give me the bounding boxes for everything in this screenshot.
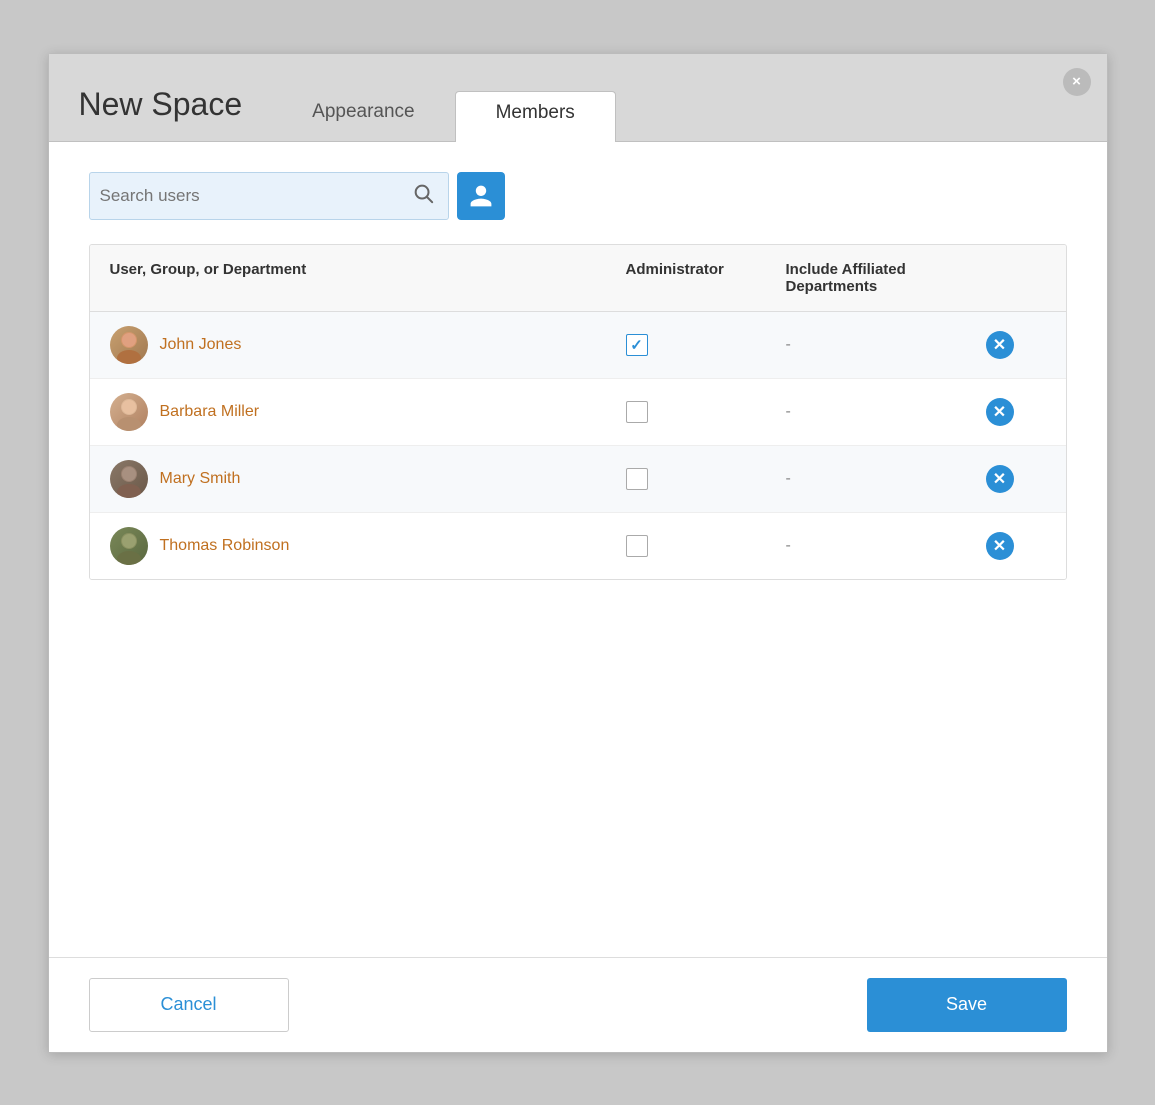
- tab-bar: Appearance Members: [272, 54, 616, 141]
- close-button[interactable]: ×: [1063, 68, 1091, 96]
- col-remove-header: [986, 261, 1046, 295]
- table-row: Thomas Robinson - ✕: [90, 513, 1066, 579]
- checkbox-thomas[interactable]: [626, 535, 648, 557]
- affiliated-barbara: -: [786, 403, 986, 421]
- remove-cell-thomas: ✕: [986, 532, 1046, 560]
- avatar-image-thomas: [110, 527, 148, 565]
- dialog-title: New Space: [79, 86, 243, 141]
- col-affiliated-header: Include Affiliated Departments: [786, 261, 986, 295]
- col-admin-header: Administrator: [626, 261, 786, 295]
- affiliated-john: -: [786, 336, 986, 354]
- avatar-thomas: [110, 527, 148, 565]
- save-button[interactable]: Save: [867, 978, 1067, 1032]
- remove-cell-john: ✕: [986, 331, 1046, 359]
- user-name-barbara: Barbara Miller: [160, 403, 260, 421]
- user-cell-barbara: Barbara Miller: [110, 393, 626, 431]
- user-name-mary: Mary Smith: [160, 470, 241, 488]
- avatar-image-john: [110, 326, 148, 364]
- cancel-button[interactable]: Cancel: [89, 978, 289, 1032]
- search-bar: [89, 172, 1067, 220]
- checkbox-cell-mary: [626, 468, 786, 490]
- user-name-john: John Jones: [160, 336, 242, 354]
- user-cell-mary: Mary Smith: [110, 460, 626, 498]
- remove-cell-mary: ✕: [986, 465, 1046, 493]
- checkbox-cell-john: ✓: [626, 334, 786, 356]
- search-input[interactable]: [100, 186, 408, 206]
- table-row: Barbara Miller - ✕: [90, 379, 1066, 446]
- search-input-wrap: [89, 172, 449, 220]
- dialog-footer: Cancel Save: [49, 957, 1107, 1052]
- dialog-header: New Space Appearance Members ×: [49, 54, 1107, 142]
- checkmark-john: ✓: [630, 336, 643, 354]
- table-row: John Jones ✓ - ✕: [90, 312, 1066, 379]
- avatar-image-barbara: [110, 393, 148, 431]
- dialog: New Space Appearance Members ×: [48, 53, 1108, 1053]
- user-cell-thomas: Thomas Robinson: [110, 527, 626, 565]
- affiliated-mary: -: [786, 470, 986, 488]
- avatar-image-mary: [110, 460, 148, 498]
- table-header: User, Group, or Department Administrator…: [90, 245, 1066, 312]
- search-button[interactable]: [408, 182, 438, 210]
- checkbox-mary[interactable]: [626, 468, 648, 490]
- remove-button-barbara[interactable]: ✕: [986, 398, 1014, 426]
- search-icon: [412, 182, 434, 204]
- add-user-button[interactable]: [457, 172, 505, 220]
- remove-button-thomas[interactable]: ✕: [986, 532, 1014, 560]
- user-cell-john: John Jones: [110, 326, 626, 364]
- checkbox-cell-thomas: [626, 535, 786, 557]
- affiliated-thomas: -: [786, 537, 986, 555]
- tab-members[interactable]: Members: [455, 91, 616, 142]
- checkbox-john[interactable]: ✓: [626, 334, 648, 356]
- table-row: Mary Smith - ✕: [90, 446, 1066, 513]
- user-name-thomas: Thomas Robinson: [160, 537, 290, 555]
- remove-button-john[interactable]: ✕: [986, 331, 1014, 359]
- tab-appearance[interactable]: Appearance: [272, 91, 454, 141]
- avatar-john: [110, 326, 148, 364]
- remove-button-mary[interactable]: ✕: [986, 465, 1014, 493]
- members-table: User, Group, or Department Administrator…: [89, 244, 1067, 580]
- checkbox-barbara[interactable]: [626, 401, 648, 423]
- avatar-barbara: [110, 393, 148, 431]
- person-icon: [468, 183, 494, 209]
- col-user-header: User, Group, or Department: [110, 261, 626, 295]
- dialog-body: User, Group, or Department Administrator…: [49, 142, 1107, 957]
- checkbox-cell-barbara: [626, 401, 786, 423]
- avatar-mary: [110, 460, 148, 498]
- remove-cell-barbara: ✕: [986, 398, 1046, 426]
